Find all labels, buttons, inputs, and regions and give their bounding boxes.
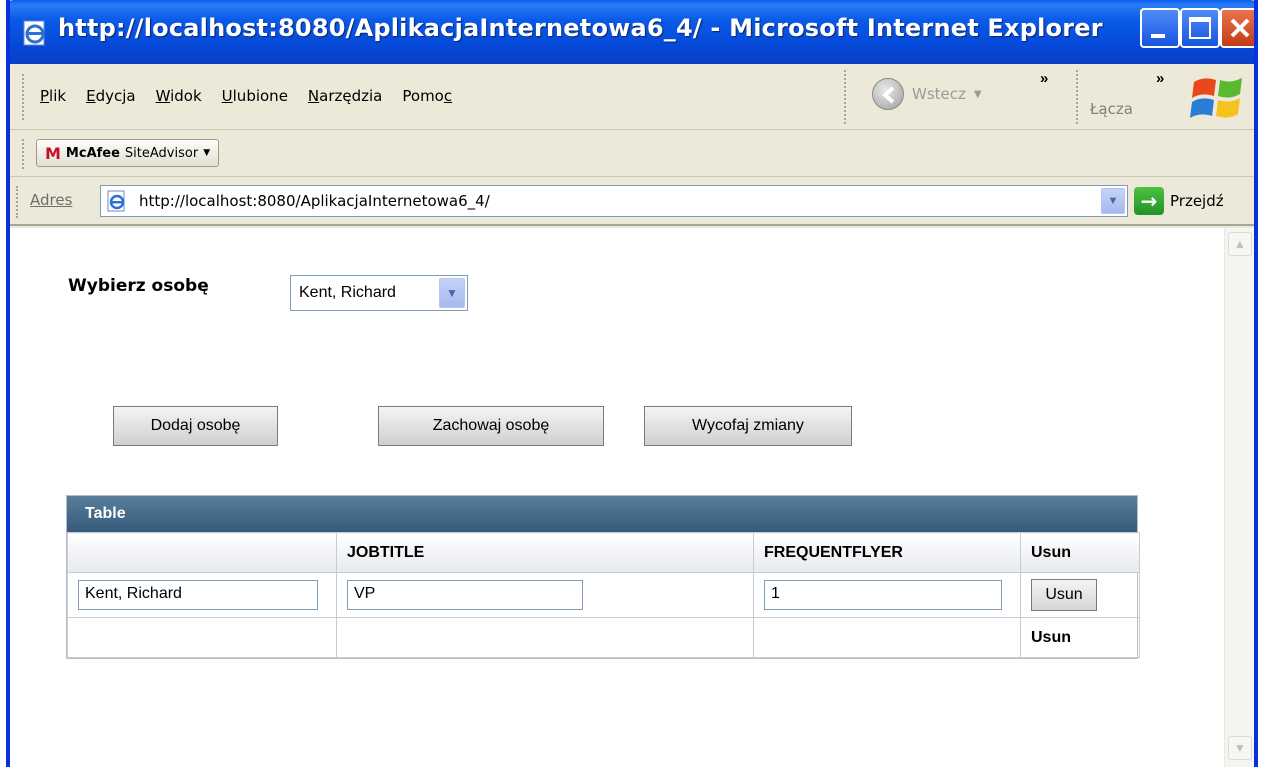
menu-edycja[interactable]: Edycja — [86, 87, 136, 105]
footer-cell — [336, 617, 754, 658]
revert-changes-button[interactable]: Wycofaj zmiany — [644, 406, 852, 446]
column-header-frequentflyer[interactable]: FREQUENTFLYER — [753, 532, 1021, 573]
mcafee-brand: McAfee — [65, 145, 120, 161]
menu-narzedzia[interactable]: Narzędzia — [308, 87, 382, 105]
address-bar: Adres http://localhost:8080/AplikacjaInt… — [10, 178, 1254, 226]
save-person-button[interactable]: Zachowaj osobę — [378, 406, 604, 446]
address-url: http://localhost:8080/AplikacjaInterneto… — [139, 192, 490, 210]
toolbar-chevron-icon[interactable]: » — [1040, 70, 1048, 87]
person-select[interactable]: Kent, Richard ▼ — [290, 275, 468, 311]
person-select-value: Kent, Richard — [299, 284, 396, 301]
go-label: Przejdź — [1170, 192, 1224, 210]
back-arrow-icon — [872, 78, 904, 110]
minimize-button[interactable] — [1140, 8, 1180, 48]
jobtitle-cell: VP — [336, 572, 754, 618]
ie-page-icon — [107, 190, 125, 212]
frequentflyer-input[interactable]: 1 — [764, 580, 1002, 610]
links-label[interactable]: Łącza — [1090, 100, 1133, 118]
windows-logo-icon — [1190, 78, 1242, 118]
close-icon — [1230, 18, 1250, 38]
vertical-scrollbar[interactable]: ▲ ▼ — [1224, 228, 1254, 767]
back-dropdown-icon[interactable]: ▼ — [974, 89, 982, 100]
add-person-button[interactable]: Dodaj osobę — [113, 406, 278, 446]
mcafee-toolbar: M McAfee SiteAdvisor ▼ — [10, 131, 1254, 177]
close-button[interactable] — [1220, 8, 1254, 48]
delete-row-button[interactable]: Usun — [1031, 579, 1097, 611]
mcafee-product: SiteAdvisor — [124, 145, 199, 161]
chevron-down-icon[interactable]: ▼ — [439, 278, 465, 308]
mcafee-logo-icon: M — [45, 143, 61, 163]
maximize-button[interactable] — [1180, 8, 1220, 48]
menu-plik[interactable]: Plik — [40, 87, 66, 105]
column-header-usun[interactable]: Usun — [1020, 532, 1140, 573]
ie-page-icon — [23, 20, 45, 46]
go-arrow-icon: → — [1134, 187, 1164, 215]
frequentflyer-cell: 1 — [753, 572, 1021, 618]
scroll-up-icon[interactable]: ▲ — [1228, 232, 1252, 256]
footer-usun-label: Usun — [1020, 617, 1140, 658]
window-title: http://localhost:8080/AplikacjaInterneto… — [58, 14, 1103, 42]
address-dropdown-icon[interactable]: ▼ — [1101, 188, 1125, 214]
footer-cell — [67, 617, 337, 658]
menu-pomoc[interactable]: Pomoc — [402, 87, 452, 105]
jobtitle-input[interactable]: VP — [347, 580, 583, 610]
toolbar-grip[interactable] — [844, 70, 847, 124]
table-header-row: JOBTITLE FREQUENTFLYER Usun — [67, 532, 1140, 573]
mcafee-siteadvisor-button[interactable]: M McAfee SiteAdvisor ▼ — [36, 139, 220, 167]
menu-bar: Plik Edycja Widok Ulubione Narzędzia Pom… — [10, 64, 1254, 130]
menu-widok[interactable]: Widok — [156, 87, 202, 105]
menu-ulubione[interactable]: Ulubione — [222, 87, 288, 105]
table-footer-row: Usun — [67, 617, 1140, 658]
minimize-icon — [1151, 34, 1165, 38]
maximize-icon — [1189, 17, 1211, 39]
scroll-down-icon[interactable]: ▼ — [1228, 736, 1252, 760]
page-content: Wybierz osobę Kent, Richard ▼ Dodaj osob… — [10, 228, 1224, 767]
data-table: Table JOBTITLE FREQUENTFLYER Usun Kent, … — [66, 495, 1140, 659]
back-label: Wstecz — [912, 85, 966, 103]
toolbar-grip[interactable] — [22, 139, 25, 169]
dropdown-arrow-icon: ▼ — [203, 148, 211, 158]
action-cell: Usun — [1020, 572, 1140, 618]
column-header-jobtitle[interactable]: JOBTITLE — [336, 532, 754, 573]
browser-window: http://localhost:8080/AplikacjaInterneto… — [6, 0, 1258, 767]
address-input[interactable]: http://localhost:8080/AplikacjaInterneto… — [100, 185, 1128, 217]
go-button[interactable]: → Przejdź — [1134, 187, 1224, 215]
footer-cell — [753, 617, 1021, 658]
title-bar[interactable]: http://localhost:8080/AplikacjaInterneto… — [10, 0, 1254, 64]
table-title: Table — [67, 496, 1137, 532]
menu-items: Plik Edycja Widok Ulubione Narzędzia Pom… — [40, 87, 452, 105]
toolbar-grip[interactable] — [1076, 70, 1079, 124]
column-header-name[interactable] — [67, 532, 337, 573]
toolbar-grip[interactable] — [16, 186, 19, 218]
table-row: Kent, Richard VP 1 Usun — [67, 572, 1140, 618]
back-button[interactable]: Wstecz ▼ — [872, 78, 982, 110]
name-input[interactable]: Kent, Richard — [78, 580, 318, 610]
toolbar-grip[interactable] — [22, 74, 25, 120]
name-cell: Kent, Richard — [67, 572, 337, 618]
links-chevron-icon[interactable]: » — [1156, 70, 1164, 87]
select-person-label: Wybierz osobę — [68, 276, 209, 296]
address-label: Adres — [30, 191, 73, 209]
